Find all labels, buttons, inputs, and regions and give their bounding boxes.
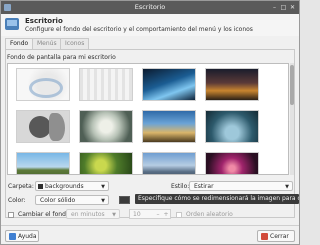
wallpaper-thumb[interactable] (142, 68, 196, 101)
close-red-icon (261, 233, 268, 240)
wallpaper-gallery[interactable] (7, 63, 289, 175)
gallery-scroll-thumb[interactable] (290, 65, 294, 105)
wallpaper-green-leaves-image (80, 153, 132, 174)
footer-divider (1, 225, 299, 226)
desktop-settings-window: Escritorio – □ ✕ Escritorio Configure el… (0, 0, 300, 245)
maximize-icon[interactable]: □ (280, 4, 287, 11)
style-select[interactable]: Estirar ▼ (189, 181, 293, 191)
wallpaper-thumb[interactable] (16, 110, 70, 143)
folder-select[interactable]: backgrounds ▼ (35, 181, 109, 191)
folder-value: backgrounds (45, 183, 84, 190)
help-icon (9, 233, 16, 240)
interval-spinner[interactable]: 10 – + (129, 209, 171, 219)
close-button[interactable]: Cerrar (257, 230, 295, 242)
change-background-label: Cambiar el fondo (18, 211, 70, 218)
close-icon[interactable]: ✕ (289, 4, 296, 11)
random-order-label: Orden aleatorio (186, 211, 233, 218)
style-label: Estilo: (171, 183, 190, 190)
wallpaper-pink-lights-image (206, 153, 258, 174)
window-title: Escritorio (134, 3, 166, 11)
tab-fondo[interactable]: Fondo (5, 38, 34, 49)
wallpaper-thumb[interactable] (142, 110, 196, 143)
minimize-icon[interactable]: – (271, 4, 278, 11)
chevron-down-icon: ▼ (101, 184, 105, 190)
wallpaper-thumb[interactable] (205, 68, 259, 101)
wallpaper-light-swirl-image (17, 69, 69, 100)
wallpaper-sunset-image (206, 69, 258, 100)
color-mode-select[interactable]: Color sólido ▼ (35, 195, 109, 205)
color-swatch-button[interactable] (119, 196, 130, 204)
page-subtitle: Configure el fondo del escritorio y el c… (25, 26, 253, 33)
wallpaper-thumb[interactable] (79, 152, 133, 174)
wallpaper-thumb[interactable] (205, 152, 259, 174)
close-label: Cerrar (270, 233, 289, 240)
style-value: Estirar (194, 183, 214, 190)
interval-value: en minutos (71, 211, 105, 218)
wallpaper-light-stripes-image (80, 69, 132, 100)
gallery-scrollbar[interactable] (290, 63, 294, 175)
chevron-down-icon: ▼ (285, 184, 289, 190)
wallpaper-blue-mountains-image (143, 153, 195, 174)
color-label: Color: (8, 197, 26, 204)
wallpaper-thumb[interactable] (16, 152, 70, 174)
plus-icon[interactable]: + (163, 211, 169, 218)
wallpaper-dark-water-image (206, 111, 258, 142)
minus-icon[interactable]: – (155, 211, 161, 218)
wallpaper-thumb[interactable] (79, 110, 133, 143)
settings-header: Escritorio Configure el fondo del escrit… (1, 14, 299, 36)
wallpaper-thumb[interactable] (142, 152, 196, 174)
folder-label: Carpeta: (8, 183, 34, 190)
wallpaper-desert-sky-image (143, 111, 195, 142)
random-order-checkbox[interactable] (176, 212, 182, 218)
page-title: Escritorio (25, 17, 63, 25)
wallpaper-blue-lines-image (143, 69, 195, 100)
desktop-settings-icon (5, 18, 19, 30)
wallpaper-cloud-burst-image (80, 111, 132, 142)
wallpaper-gray-circles-image (17, 111, 69, 142)
help-label: Ayuda (18, 233, 37, 240)
folder-icon (38, 184, 43, 189)
wallpaper-thumb[interactable] (79, 68, 133, 101)
tab-iconos[interactable]: Iconos (60, 38, 90, 49)
change-background-checkbox[interactable] (8, 212, 14, 218)
interval-select[interactable]: en minutos ▼ (66, 209, 120, 219)
title-bar: Escritorio – □ ✕ (1, 1, 299, 14)
wallpaper-thumb[interactable] (205, 110, 259, 143)
style-tooltip: Especifique cómo se redimensionará la im… (135, 194, 299, 204)
help-button[interactable]: Ayuda (5, 230, 39, 242)
chevron-down-icon: ▼ (101, 198, 105, 204)
tab-menus[interactable]: Menús (32, 38, 62, 49)
interval-number: 10 (133, 211, 141, 218)
color-mode-value: Color sólido (40, 197, 76, 204)
wallpaper-thumb[interactable] (16, 68, 70, 101)
chevron-down-icon: ▼ (112, 212, 116, 218)
wallpaper-section-label: Fondo de pantalla para mi escritorio (7, 54, 116, 61)
wallpaper-lake-landscape-image (17, 153, 69, 174)
